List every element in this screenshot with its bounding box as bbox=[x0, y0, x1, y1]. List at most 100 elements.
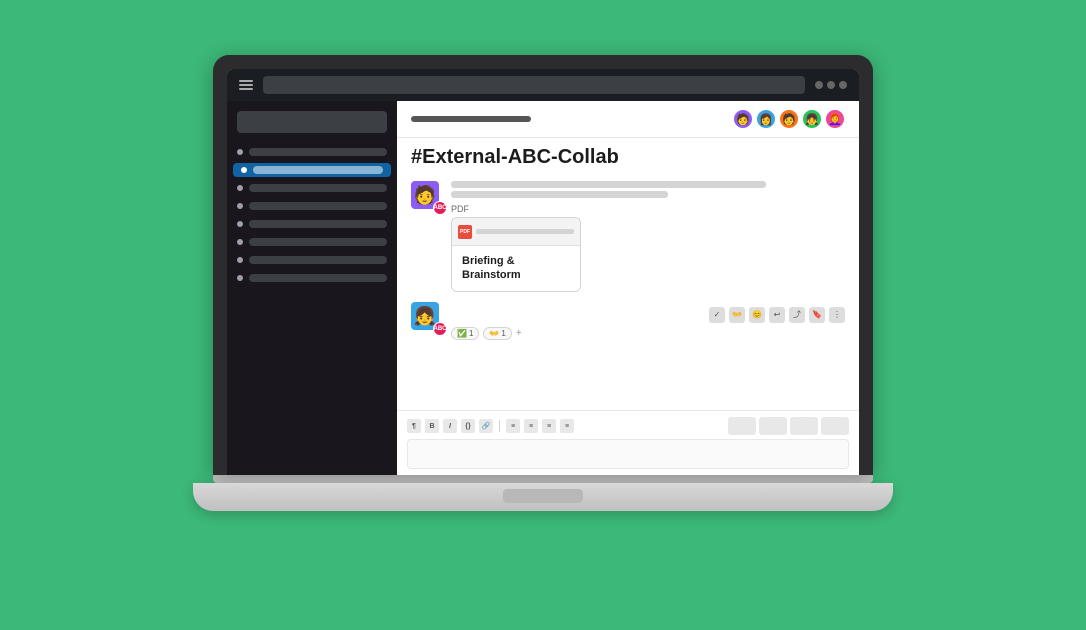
editor-btn-list2[interactable]: ≡ bbox=[524, 419, 538, 433]
avatar-5: 👩‍🦰 bbox=[825, 109, 845, 129]
top-dot-2 bbox=[827, 81, 835, 89]
emoji-icon[interactable]: 😊 bbox=[749, 307, 765, 323]
sidebar-line bbox=[249, 202, 387, 210]
msg-avatar-1: 🧑 ABC bbox=[411, 181, 443, 213]
reactions-row: ✅ 1 👐 1 + bbox=[451, 327, 845, 340]
sidebar-dot bbox=[237, 275, 243, 281]
app-body: 🧑 👩 🧑 👧 👩‍🦰 #External-ABC-Collab bbox=[227, 101, 859, 475]
avatar-1: 🧑 bbox=[733, 109, 753, 129]
msg-row-with-toolbar: ✓ 👐 😊 ↩ ⤴ 🔖 ⋮ bbox=[451, 302, 845, 323]
reaction-count: 1 bbox=[501, 329, 505, 338]
laptop-screen: 🧑 👩 🧑 👧 👩‍🦰 #External-ABC-Collab bbox=[213, 55, 873, 475]
channel-name: #External-ABC-Collab bbox=[397, 138, 859, 173]
message-1: 🧑 ABC PDF bbox=[411, 181, 845, 292]
msg-body-1: PDF PDF Briefing &Brainstorm bbox=[451, 181, 845, 292]
avatar-badge-1: ABC bbox=[433, 201, 447, 215]
pdf-title-area: Briefing &Brainstorm bbox=[452, 246, 580, 291]
editor-btn-italic[interactable]: I bbox=[443, 419, 457, 433]
editor-toolbar: ¶ B I {} 🔗 ≡ ≡ ≡ ≡ bbox=[407, 417, 849, 435]
avatar-badge-2: ABC bbox=[433, 322, 447, 336]
sidebar-line bbox=[253, 166, 383, 174]
avatar-2: 👩 bbox=[756, 109, 776, 129]
sidebar bbox=[227, 101, 397, 475]
reaction-checkmark[interactable]: ✅ 1 bbox=[451, 327, 479, 340]
editor-btn-paragraph[interactable]: ¶ bbox=[407, 419, 421, 433]
editor-btn-code[interactable]: {} bbox=[461, 419, 475, 433]
pdf-preview-line bbox=[476, 229, 574, 234]
face-emoji-1: 🧑 bbox=[414, 186, 436, 204]
sidebar-line bbox=[249, 184, 387, 192]
message-2: 👧 ABC bbox=[411, 302, 845, 340]
msg-toolbar: ✓ 👐 😊 ↩ ⤴ 🔖 ⋮ bbox=[709, 307, 845, 323]
sidebar-dot bbox=[237, 239, 243, 245]
sidebar-line bbox=[249, 256, 387, 264]
sidebar-item-5[interactable] bbox=[227, 217, 397, 231]
channel-header: 🧑 👩 🧑 👧 👩‍🦰 bbox=[397, 101, 859, 138]
editor-divider bbox=[499, 420, 500, 432]
sidebar-search[interactable] bbox=[237, 111, 387, 133]
editor-btn-list4[interactable]: ≡ bbox=[560, 419, 574, 433]
messages-area: 🧑 ABC PDF bbox=[397, 173, 859, 410]
editor-right-btn-4[interactable] bbox=[821, 417, 849, 435]
sidebar-line bbox=[249, 238, 387, 246]
reply-icon[interactable]: ↩ bbox=[769, 307, 785, 323]
top-search-bar[interactable] bbox=[263, 76, 805, 94]
sidebar-item-8[interactable] bbox=[227, 271, 397, 285]
editor-area: ¶ B I {} 🔗 ≡ ≡ ≡ ≡ bbox=[397, 410, 859, 475]
reaction-emoji: ✅ bbox=[457, 329, 467, 338]
avatar-4: 👧 bbox=[802, 109, 822, 129]
top-dots bbox=[815, 81, 847, 89]
sidebar-item-4[interactable] bbox=[227, 199, 397, 213]
editor-right-btn-3[interactable] bbox=[790, 417, 818, 435]
msg-lines-1 bbox=[451, 181, 845, 198]
laptop-hinge bbox=[213, 475, 873, 483]
sidebar-dot bbox=[237, 221, 243, 227]
editor-btn-bold[interactable]: B bbox=[425, 419, 439, 433]
editor-btn-list3[interactable]: ≡ bbox=[542, 419, 556, 433]
msg-line bbox=[451, 191, 668, 198]
editor-btn-link[interactable]: 🔗 bbox=[479, 419, 493, 433]
sidebar-item-3[interactable] bbox=[227, 181, 397, 195]
editor-right-btn-1[interactable] bbox=[728, 417, 756, 435]
checkmark-icon[interactable]: ✓ bbox=[709, 307, 725, 323]
sidebar-item-7[interactable] bbox=[227, 253, 397, 267]
editor-right-btn-2[interactable] bbox=[759, 417, 787, 435]
top-bar bbox=[227, 69, 859, 101]
laptop-base bbox=[193, 483, 893, 511]
pdf-title: Briefing &Brainstorm bbox=[462, 254, 570, 283]
share-icon[interactable]: ⤴ bbox=[789, 307, 805, 323]
sidebar-item-1[interactable] bbox=[227, 145, 397, 159]
editor-input[interactable] bbox=[407, 439, 849, 469]
reaction-hands[interactable]: 👐 1 bbox=[483, 327, 511, 340]
sidebar-item-active[interactable] bbox=[233, 163, 391, 177]
screen-inner: 🧑 👩 🧑 👧 👩‍🦰 #External-ABC-Collab bbox=[227, 69, 859, 475]
avatar-3: 🧑 bbox=[779, 109, 799, 129]
msg-line bbox=[451, 181, 766, 188]
laptop-touchpad[interactable] bbox=[503, 489, 583, 503]
reaction-emoji: 👐 bbox=[489, 329, 499, 338]
sidebar-line bbox=[249, 148, 387, 156]
avatars-row: 🧑 👩 🧑 👧 👩‍🦰 bbox=[733, 109, 845, 129]
sidebar-line bbox=[249, 274, 387, 282]
bookmark-icon[interactable]: 🔖 bbox=[809, 307, 825, 323]
hands-icon[interactable]: 👐 bbox=[729, 307, 745, 323]
sidebar-dot bbox=[237, 203, 243, 209]
pdf-card[interactable]: PDF Briefing &Brainstorm bbox=[451, 217, 581, 292]
sidebar-dot bbox=[241, 167, 247, 173]
laptop-wrapper: 🧑 👩 🧑 👧 👩‍🦰 #External-ABC-Collab bbox=[193, 55, 893, 575]
sidebar-dot bbox=[237, 257, 243, 263]
reaction-count: 1 bbox=[469, 329, 473, 338]
top-dot-1 bbox=[815, 81, 823, 89]
editor-right-btns bbox=[728, 417, 849, 435]
hamburger-icon[interactable] bbox=[239, 80, 253, 90]
sidebar-item-6[interactable] bbox=[227, 235, 397, 249]
editor-btn-list1[interactable]: ≡ bbox=[506, 419, 520, 433]
top-dot-3 bbox=[839, 81, 847, 89]
sidebar-line bbox=[249, 220, 387, 228]
more-icon[interactable]: ⋮ bbox=[829, 307, 845, 323]
pdf-label: PDF bbox=[451, 204, 845, 214]
face-emoji-2: 👧 bbox=[414, 307, 436, 325]
add-reaction-button[interactable]: + bbox=[516, 328, 522, 339]
channel-top-bar-line bbox=[411, 116, 531, 122]
msg-avatar-2: 👧 ABC bbox=[411, 302, 443, 334]
